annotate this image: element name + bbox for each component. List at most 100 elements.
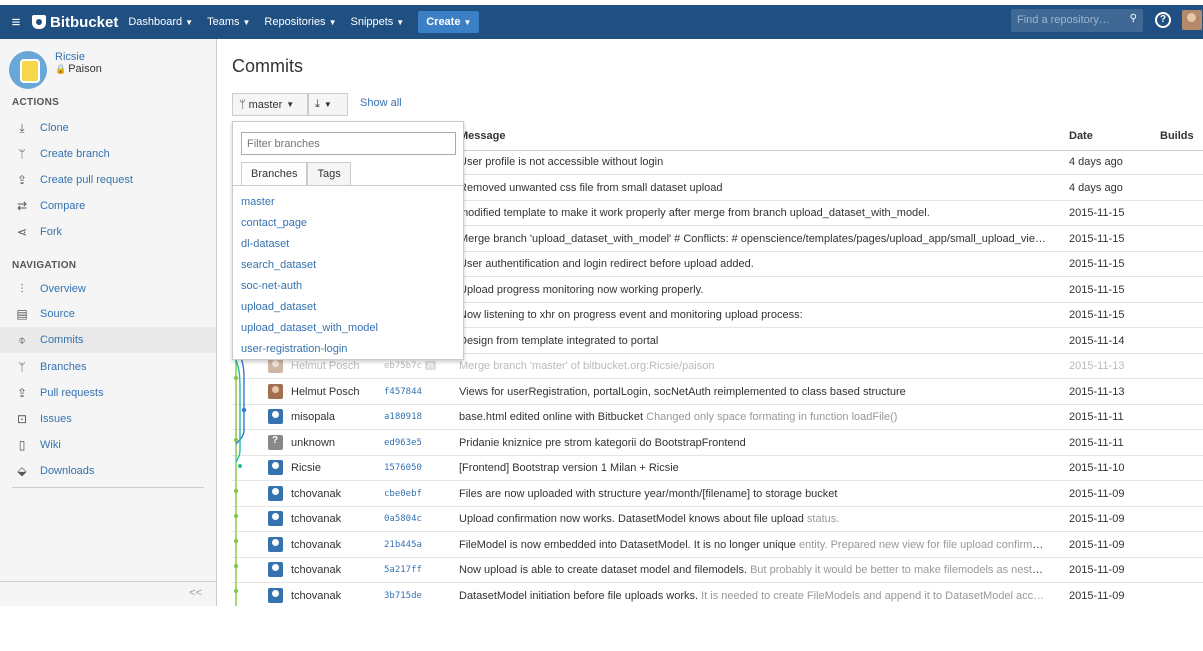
fork-icon: ⋖ <box>16 225 28 239</box>
chevron-down-icon: ▼ <box>463 18 472 27</box>
sidebar-item-branches[interactable]: ᛘ Branches <box>0 354 216 380</box>
create-button[interactable]: Create ▼ <box>418 11 480 33</box>
commit-message[interactable]: [Frontend] Bootstrap version 1 Milan + R… <box>459 462 1047 474</box>
filter-branches-input[interactable] <box>241 132 456 155</box>
commit-hash-link[interactable]: eb75b7c M <box>384 361 436 371</box>
commit-message[interactable]: Merge branch 'upload_dataset_with_model'… <box>459 233 1047 245</box>
nav-menu-snippets[interactable]: Snippets ▼ <box>350 16 404 28</box>
commit-message[interactable]: Now upload is able to create dataset mod… <box>459 564 1047 576</box>
download-icon: ⤓ <box>19 120 25 135</box>
sidebar-item-compare[interactable]: ⇄ Compare <box>0 193 216 219</box>
commit-message[interactable]: Removed unwanted css file from small dat… <box>459 182 1047 194</box>
nav-menu-dashboard[interactable]: Dashboard ▼ <box>128 16 193 28</box>
commit-message[interactable]: base.html edited online with Bitbucket C… <box>459 411 1047 423</box>
user-avatar[interactable] <box>1182 10 1202 30</box>
sidebar-item-clone[interactable]: ⤓ Clone <box>0 115 216 141</box>
commit-author[interactable]: Helmut Posch <box>268 358 359 373</box>
commit-author[interactable]: tchovanak <box>268 588 341 603</box>
commit-hash-link[interactable]: 0a5804c <box>384 514 422 524</box>
bitbucket-logo[interactable]: Bitbucket <box>32 14 118 31</box>
author-avatar-icon <box>268 435 283 450</box>
branch-item-master[interactable]: master <box>241 196 275 208</box>
sidebar-item-create-branch[interactable]: ᛘ Create branch <box>0 141 216 167</box>
commit-author[interactable]: tchovanak <box>268 486 341 501</box>
download-icon: ⤓ <box>315 98 320 110</box>
commit-hash-link[interactable]: ed963e5 <box>384 438 422 448</box>
sidebar-item-source[interactable]: ▤ Source <box>0 301 216 327</box>
commit-message[interactable]: Design from template integrated to porta… <box>459 335 1047 347</box>
search-icon[interactable]: ⚲ <box>1130 13 1137 24</box>
sidebar-item-overview[interactable]: ⫶ Overview <box>0 276 216 302</box>
commit-row[interactable]: tchovanak cbe0ebf Files are now uploaded w… <box>232 482 1203 507</box>
commit-row[interactable]: tchovanak 0a5804c Upload confirmation now … <box>232 507 1203 532</box>
repo-owner-link[interactable]: Ricsie <box>55 51 102 63</box>
commit-author[interactable]: misopala <box>268 409 335 424</box>
commit-author[interactable]: tchovanak <box>268 537 341 552</box>
commit-hash-link[interactable]: a180918 <box>384 412 422 422</box>
nav-menu-teams[interactable]: Teams ▼ <box>207 16 250 28</box>
commit-row[interactable]: Helmut Posch f457844 Views for userRegistr… <box>232 380 1203 405</box>
commit-date: 2015-11-11 <box>1069 437 1124 449</box>
commit-row[interactable]: Ricsie 1576050 [Frontend] Bootstrap versio… <box>232 456 1203 481</box>
commit-message[interactable]: Merge branch 'master' of bitbucket.org:R… <box>459 360 1047 372</box>
commit-row[interactable]: misopala a180918 base.html edited online w… <box>232 405 1203 430</box>
commit-hash-link[interactable]: f457844 <box>384 387 422 397</box>
commit-hash-link[interactable]: 21b445a <box>384 540 422 550</box>
commit-message[interactable]: Now listening to xhr on progress event a… <box>459 309 1047 321</box>
commit-message[interactable]: DatasetModel initiation before file uplo… <box>459 590 1047 602</box>
pull-request-icon: ⇪ <box>16 386 28 400</box>
tab-branches[interactable]: Branches <box>241 162 308 186</box>
commit-message[interactable]: Files are now uploaded with structure ye… <box>459 488 1047 500</box>
repo-name[interactable]: 🔒 Paison <box>55 63 102 75</box>
commit-author[interactable]: tchovanak <box>268 511 341 526</box>
commit-row[interactable]: tchovanak 21b445a FileModel is now embedde… <box>232 533 1203 558</box>
sidebar-item-downloads[interactable]: ⬙ Downloads <box>0 458 216 484</box>
commit-message[interactable]: User profile is not accessible without l… <box>459 156 1047 168</box>
sidebar-item-commits[interactable]: ⌽ Commits <box>0 327 216 353</box>
commit-row[interactable]: unknown ed963e5 Pridanie kniznice pre stro… <box>232 431 1203 456</box>
commit-row[interactable]: tchovanak 5a217ff Now upload is able to cr… <box>232 558 1203 583</box>
sidebar-item-create-pull-request[interactable]: ⇪ Create pull request <box>0 167 216 193</box>
show-all-link[interactable]: Show all <box>360 97 402 109</box>
branch-item-user-registration-login[interactable]: user-registration-login <box>241 343 347 355</box>
collapse-sidebar-button[interactable]: << <box>0 581 216 605</box>
sidebar-item-wiki[interactable]: ▯ Wiki <box>0 432 216 458</box>
commit-hash-link[interactable]: 3b715de <box>384 591 422 601</box>
branch-item-upload-dataset-with-model[interactable]: upload_dataset_with_model <box>241 322 378 334</box>
commit-author[interactable]: unknown <box>268 435 335 450</box>
author-avatar-icon <box>268 562 283 577</box>
branch-item-search-dataset[interactable]: search_dataset <box>241 259 316 271</box>
commit-author[interactable]: Ricsie <box>268 460 321 475</box>
branch-item-contact-page[interactable]: contact_page <box>241 217 307 229</box>
nav-menu-repositories[interactable]: Repositories ▼ <box>264 16 336 28</box>
branch-item-upload-dataset[interactable]: upload_dataset <box>241 301 316 313</box>
author-avatar-icon <box>268 537 283 552</box>
branch-icon: ᛘ <box>18 360 26 374</box>
commit-message[interactable]: FileModel is now embedded into DatasetMo… <box>459 539 1047 551</box>
commit-row[interactable]: tchovanak 3b715de DatasetModel initiation … <box>232 584 1203 609</box>
commit-message[interactable]: Upload progress monitoring now working p… <box>459 284 1047 296</box>
commit-message[interactable]: Pridanie kniznice pre strom kategorii do… <box>459 437 1047 449</box>
download-menu-button[interactable]: ⤓ ▼ <box>308 93 348 116</box>
repository-search-input[interactable]: Find a repository… ⚲ <box>1011 9 1143 32</box>
commit-author[interactable]: tchovanak <box>268 562 341 577</box>
hamburger-menu-icon[interactable]: ≡ <box>0 14 32 31</box>
wiki-page-icon: ▯ <box>18 438 26 452</box>
commit-hash-link[interactable]: 1576050 <box>384 463 422 473</box>
branch-selector-button[interactable]: ᛘ master ▼ <box>232 93 308 116</box>
sidebar-item-pull-requests[interactable]: ⇪ Pull requests <box>0 380 216 406</box>
commit-message[interactable]: Upload confirmation now works. DatasetMo… <box>459 513 1047 525</box>
commit-message[interactable]: modified template to make it work proper… <box>459 207 1047 219</box>
help-icon[interactable]: ? <box>1155 12 1171 28</box>
repo-avatar[interactable] <box>9 51 47 89</box>
commit-hash-link[interactable]: cbe0ebf <box>384 489 422 499</box>
sidebar-item-issues[interactable]: ⊡ Issues <box>0 406 216 432</box>
branch-item-dl-dataset[interactable]: dl-dataset <box>241 238 289 250</box>
commit-author[interactable]: Helmut Posch <box>268 384 359 399</box>
branch-item-soc-net-auth[interactable]: soc-net-auth <box>241 280 302 292</box>
commit-hash-link[interactable]: 5a217ff <box>384 565 422 575</box>
commit-message[interactable]: User authentification and login redirect… <box>459 258 1047 270</box>
tab-tags[interactable]: Tags <box>307 162 351 186</box>
commit-message[interactable]: Views for userRegistration, portalLogin,… <box>459 386 1047 398</box>
sidebar-item-fork[interactable]: ⋖ Fork <box>0 219 216 245</box>
